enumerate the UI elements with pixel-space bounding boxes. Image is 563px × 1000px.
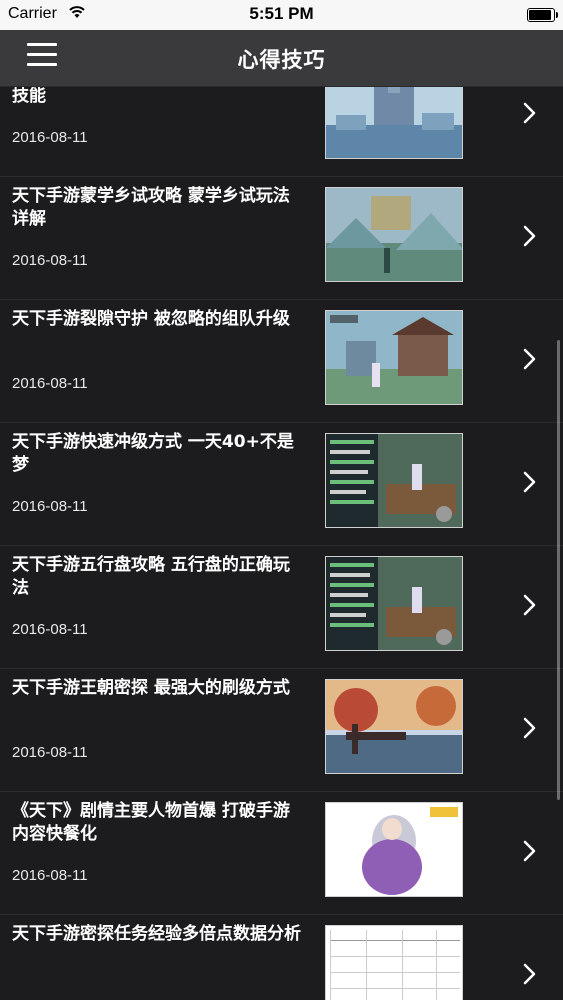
article-row[interactable]: 天下手游蒙学乡试攻略 蒙学乡试玩法详解 2016-08-11 (0, 177, 563, 300)
article-thumbnail (325, 310, 463, 405)
article-thumbnail (325, 679, 463, 774)
chevron-right-icon (523, 717, 536, 739)
chevron-right-icon (523, 963, 536, 985)
article-title: 天下手游王朝密探 最强大的刷级方式 (12, 678, 290, 698)
battery-icon (527, 8, 558, 22)
chevron-right-icon (523, 594, 536, 616)
article-thumbnail (325, 925, 463, 1000)
article-date: 2016-08-11 (12, 867, 88, 884)
article-thumbnail (325, 802, 463, 897)
article-row[interactable]: 天下手游王朝密探 最强大的刷级方式 2016-08-11 (0, 669, 563, 792)
scroll-indicator (557, 340, 560, 800)
battery-fill (529, 10, 551, 20)
article-date: 2016-08-11 (12, 129, 88, 146)
chevron-right-icon (523, 348, 536, 370)
article-thumbnail (325, 556, 463, 651)
article-row[interactable]: 天下手游裂隙守护 被忽略的组队升级 2016-08-11 (0, 300, 563, 423)
article-row[interactable]: 天下手游五行盘攻略 五行盘的正确玩法 2016-08-11 (0, 546, 563, 669)
clock: 5:51 PM (249, 4, 314, 23)
article-row[interactable]: 《天下》剧情主要人物首爆 打破手游内容快餐化 2016-08-11 (0, 792, 563, 915)
article-thumbnail (325, 87, 463, 159)
article-title: 天下手游裂隙守护 被忽略的组队升级 (12, 309, 290, 329)
article-row[interactable]: 天下手游密探任务经验多倍点数据分析 (0, 915, 563, 1000)
article-title: 天下手游奕剑技能详解 奕剑都有哪些技能 (12, 87, 46, 106)
navigation-bar: 心得技巧 (0, 30, 563, 87)
article-title: 《天下》剧情主要人物首爆 打破手游内容快餐化 (12, 801, 290, 844)
article-title: 天下手游蒙学乡试攻略 蒙学乡试玩法详解 (12, 186, 290, 229)
article-thumbnail (325, 187, 463, 282)
article-title: 天下手游快速冲级方式 一天40+不是梦 (12, 432, 294, 475)
article-date: 2016-08-11 (12, 498, 88, 515)
chevron-right-icon (523, 225, 536, 247)
page-title: 心得技巧 (237, 48, 326, 72)
article-date: 2016-08-11 (12, 252, 88, 269)
article-row[interactable]: 天下手游奕剑技能详解 奕剑都有哪些技能 2016-08-11 (0, 87, 563, 177)
article-date: 2016-08-11 (12, 375, 88, 392)
article-row[interactable]: 天下手游快速冲级方式 一天40+不是梦 2016-08-11 (0, 423, 563, 546)
article-date: 2016-08-11 (12, 744, 88, 761)
chevron-right-icon (523, 102, 536, 124)
chevron-right-icon (523, 471, 536, 493)
article-title: 天下手游五行盘攻略 五行盘的正确玩法 (12, 555, 290, 598)
article-title: 天下手游密探任务经验多倍点数据分析 (12, 924, 301, 944)
chevron-right-icon (523, 840, 536, 862)
status-bar: Carrier 5:51 PM (0, 0, 563, 30)
article-date: 2016-08-11 (12, 621, 88, 638)
article-list[interactable]: 天下手游奕剑技能详解 奕剑都有哪些技能2016-08-11天下手游蒙学乡试攻略 … (0, 87, 563, 1000)
article-thumbnail (325, 433, 463, 528)
